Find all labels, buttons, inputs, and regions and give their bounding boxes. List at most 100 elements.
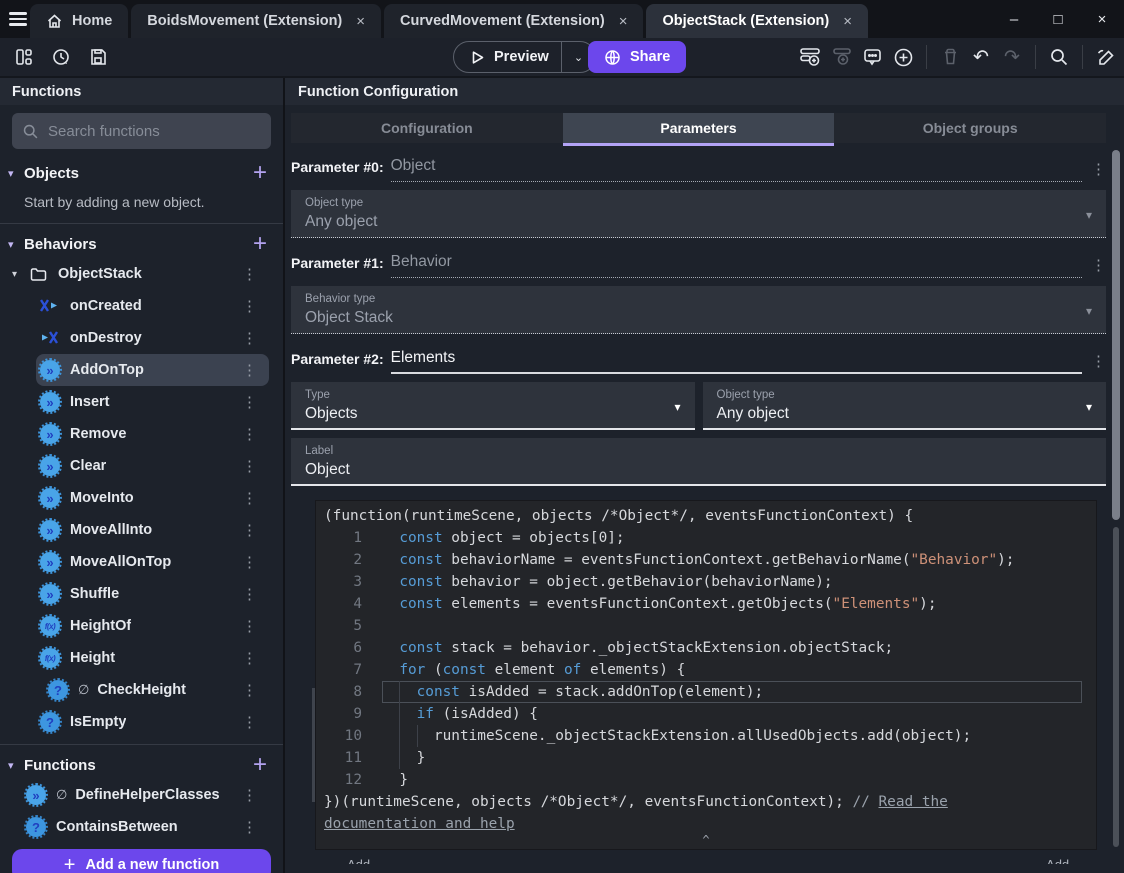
tab-close-icon[interactable]: × [619, 13, 628, 30]
tab-object-groups[interactable]: Object groups [834, 113, 1107, 143]
label-text-field[interactable]: Label Object [291, 438, 1106, 486]
tab-configuration[interactable]: Configuration [291, 113, 563, 143]
sidebar-item-objectstack[interactable]: ▾ ObjectStack ⋮ [8, 258, 269, 290]
sidebar-item-height[interactable]: f(x) Height ⋮ [36, 642, 269, 674]
field-value: Object Stack [305, 309, 393, 326]
search-input[interactable] [48, 122, 261, 140]
tab-close-icon[interactable]: × [843, 13, 852, 30]
add-objects-icon[interactable]: + [253, 161, 273, 185]
kebab-menu-icon[interactable]: ⋮ [236, 786, 263, 804]
main-scrollbar-thumb[interactable] [1112, 150, 1120, 520]
tab-parameters[interactable]: Parameters [562, 113, 835, 146]
kebab-menu-icon[interactable]: ⋮ [1091, 256, 1106, 274]
add-circle-icon[interactable] [891, 45, 915, 69]
chevron-down-icon[interactable]: ▾ [12, 269, 30, 280]
parameter-name-input[interactable]: Object [390, 157, 1082, 182]
collapse-caret-icon[interactable]: ^ [316, 834, 1096, 847]
tab-curvedmovement-extension[interactable]: CurvedMovement (Extension) × [384, 4, 644, 38]
editor-scrollbar-thumb[interactable] [1113, 527, 1119, 847]
minimize-window-button[interactable]: – [992, 0, 1036, 38]
kebab-menu-icon[interactable]: ⋮ [1091, 160, 1106, 178]
search-icon[interactable] [1047, 45, 1071, 69]
tab-home[interactable]: Home [30, 4, 129, 38]
sidebar-item-containsbetween[interactable]: ? ContainsBetween ⋮ [22, 811, 269, 843]
clipped-text-right: Add... [1046, 857, 1080, 864]
kebab-menu-icon[interactable]: ⋮ [236, 649, 263, 667]
sidebar-item-clear[interactable]: » Clear ⋮ [36, 450, 269, 482]
kebab-menu-icon[interactable]: ⋮ [236, 265, 263, 283]
sidebar-item-shuffle[interactable]: » Shuffle ⋮ [36, 578, 269, 610]
sidebar-item-definehelperclasses[interactable]: » ∅ DefineHelperClasses ⋮ [22, 779, 269, 811]
kebab-menu-icon[interactable]: ⋮ [236, 818, 263, 836]
sidebar-item-addontop[interactable]: » AddOnTop ⋮ [36, 354, 269, 386]
sidebar-item-oncreated[interactable]: onCreated ⋮ [36, 290, 269, 322]
kebab-menu-icon[interactable]: ⋮ [236, 329, 263, 347]
kebab-menu-icon[interactable]: ⋮ [236, 585, 263, 603]
edit-code-icon[interactable] [1094, 45, 1118, 69]
documentation-link[interactable]: documentation and help [324, 816, 515, 832]
kebab-menu-icon[interactable]: ⋮ [236, 713, 263, 731]
kebab-menu-icon[interactable]: ⋮ [236, 681, 263, 699]
documentation-link[interactable]: Read the [879, 794, 948, 810]
kebab-menu-icon[interactable]: ⋮ [236, 553, 263, 571]
object-type-dropdown[interactable]: Object type Any object ▾ [702, 382, 1106, 430]
kebab-menu-icon[interactable]: ⋮ [236, 425, 263, 443]
sidebar-item-moveinto[interactable]: » MoveInto ⋮ [36, 482, 269, 514]
section-header-behaviors[interactable]: ▾ Behaviors + [0, 230, 283, 258]
sidebar-item-moveallinto[interactable]: » MoveAllInto ⋮ [36, 514, 269, 546]
add-new-function-button[interactable]: + Add a new function [12, 849, 271, 873]
search-functions-box[interactable] [12, 113, 271, 149]
kebab-menu-icon[interactable]: ⋮ [236, 489, 263, 507]
dropdown-arrow-icon: ▾ [1085, 208, 1092, 222]
sidebar-item-checkheight[interactable]: ? ∅ CheckHeight ⋮ [44, 674, 269, 706]
chevron-down-icon[interactable]: ▾ [8, 167, 24, 180]
maximize-window-button[interactable]: □ [1036, 0, 1080, 38]
save-icon[interactable] [86, 45, 110, 69]
add-functions-icon[interactable]: + [253, 753, 273, 777]
action-function-icon: » [38, 582, 62, 606]
preview-button[interactable]: Preview [454, 49, 561, 65]
add-subevent-icon[interactable] [829, 45, 853, 69]
sidebar-item-heightof[interactable]: f(x) HeightOf ⋮ [36, 610, 269, 642]
javascript-code-editor[interactable]: (function(runtimeScene, objects /*Object… [315, 500, 1097, 850]
item-label: Shuffle [70, 586, 120, 602]
share-button[interactable]: Share [588, 41, 687, 73]
code-token: const [399, 596, 443, 612]
behavior-type-dropdown[interactable]: Behavior type Object Stack ▾ [291, 286, 1106, 334]
delete-icon[interactable] [938, 45, 962, 69]
object-type-dropdown[interactable]: Object type Any object ▾ [291, 190, 1106, 238]
tab-objectstack-extension[interactable]: ObjectStack (Extension) × [646, 4, 869, 38]
kebab-menu-icon[interactable]: ⋮ [1091, 352, 1106, 370]
line-number: 7 [353, 662, 362, 678]
add-behaviors-icon[interactable]: + [253, 232, 273, 256]
type-dropdown[interactable]: Type Objects ▾ [291, 382, 695, 430]
functions-sidebar: Functions ▾Objects+Start by adding a new… [0, 78, 283, 873]
sidebar-item-moveallontop[interactable]: » MoveAllOnTop ⋮ [36, 546, 269, 578]
kebab-menu-icon[interactable]: ⋮ [236, 393, 263, 411]
panels-layout-icon[interactable] [12, 45, 36, 69]
sidebar-item-remove[interactable]: » Remove ⋮ [36, 418, 269, 450]
kebab-menu-icon[interactable]: ⋮ [236, 297, 263, 315]
section-header-objects[interactable]: ▾ Objects + [0, 159, 283, 187]
sidebar-item-ondestroy[interactable]: onDestroy ⋮ [36, 322, 269, 354]
kebab-menu-icon[interactable]: ⋮ [236, 521, 263, 539]
sidebar-item-isempty[interactable]: ? IsEmpty ⋮ [36, 706, 269, 738]
parameter-name-input[interactable]: Behavior [390, 253, 1082, 278]
redo-icon[interactable]: ↷ [1000, 45, 1024, 69]
parameter-name-input[interactable]: Elements [390, 349, 1082, 374]
history-icon[interactable] [49, 45, 73, 69]
tab-boidsmovement-extension[interactable]: BoidsMovement (Extension) × [131, 4, 382, 38]
undo-icon[interactable]: ↶ [969, 45, 993, 69]
sidebar-item-insert[interactable]: » Insert ⋮ [36, 386, 269, 418]
kebab-menu-icon[interactable]: ⋮ [236, 457, 263, 475]
kebab-menu-icon[interactable]: ⋮ [236, 617, 263, 635]
tab-close-icon[interactable]: × [356, 13, 365, 30]
kebab-menu-icon[interactable]: ⋮ [236, 361, 263, 379]
section-header-functions[interactable]: ▾ Functions + [0, 751, 283, 779]
chevron-down-icon[interactable]: ▾ [8, 759, 24, 772]
add-event-icon[interactable] [798, 45, 822, 69]
chevron-down-icon[interactable]: ▾ [8, 238, 24, 251]
add-comment-icon[interactable] [860, 45, 884, 69]
hamburger-menu-icon[interactable] [0, 0, 30, 38]
close-window-button[interactable]: × [1080, 0, 1124, 38]
